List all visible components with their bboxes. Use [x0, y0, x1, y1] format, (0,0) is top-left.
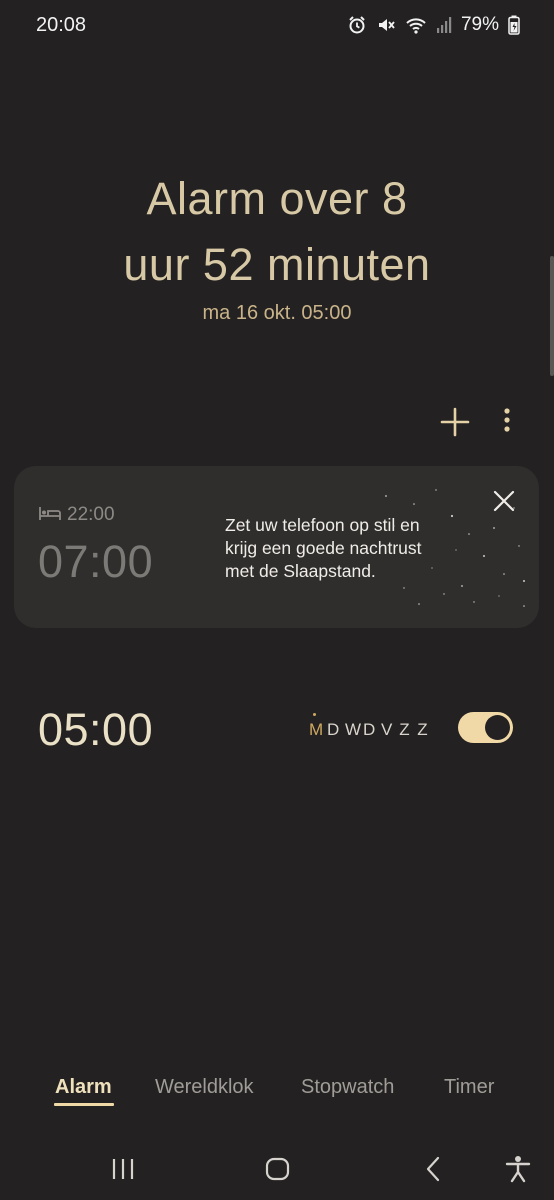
- close-icon: [491, 490, 517, 518]
- back-button[interactable]: [418, 1154, 448, 1184]
- more-options-button[interactable]: [487, 402, 527, 442]
- alarm-icon: [347, 15, 367, 35]
- accessibility-button[interactable]: [503, 1154, 533, 1184]
- alarm-toggle[interactable]: [458, 712, 513, 743]
- tab-alarm[interactable]: Alarm: [55, 1076, 112, 1099]
- next-alarm-countdown-line1: Alarm over 8: [146, 173, 408, 224]
- wake-time: 07:00: [38, 536, 154, 587]
- next-alarm-countdown-line2: uur 52 minuten: [123, 239, 431, 290]
- day-label: M: [309, 720, 324, 739]
- close-button[interactable]: [491, 488, 517, 514]
- signal-icon: [436, 16, 452, 34]
- plus-icon: [435, 407, 475, 446]
- bottom-tabs: Alarm Wereldklok Stopwatch Timer: [0, 1076, 554, 1116]
- wifi-icon: [405, 15, 427, 35]
- tab-timer[interactable]: Timer: [444, 1076, 494, 1099]
- status-bar: 20:08 79%: [0, 0, 554, 52]
- alarm-repeat-days: M D W D V Z Z: [309, 713, 428, 740]
- recent-apps-icon: [108, 1159, 138, 1188]
- accessibility-icon: [503, 1156, 533, 1188]
- day-friday: V: [381, 720, 393, 739]
- day-tuesday: D: [327, 720, 340, 739]
- active-tab-indicator: [54, 1103, 114, 1106]
- day-monday: M: [309, 713, 324, 740]
- day-saturday: Z: [399, 720, 410, 739]
- sleep-mode-card[interactable]: 22:00 07:00 Zet uw telefoon op stil en k…: [14, 466, 539, 628]
- back-icon: [418, 1156, 448, 1188]
- home-icon: [263, 1157, 293, 1188]
- bedtime-value: 22:00: [67, 504, 115, 525]
- day-thursday: D: [363, 720, 376, 739]
- alarm-time: 05:00: [38, 704, 154, 755]
- bed-icon: [39, 505, 61, 526]
- day-wednesday: W: [345, 720, 362, 739]
- next-alarm-summary: Alarm over 8 uur 52 minuten ma 16 okt. 0…: [0, 166, 554, 325]
- bedtime: 22:00: [39, 504, 115, 526]
- day-sunday: Z: [417, 720, 428, 739]
- battery-icon: [508, 15, 520, 35]
- tab-stopwatch[interactable]: Stopwatch: [301, 1076, 394, 1099]
- mute-icon: [376, 15, 396, 35]
- status-time: 20:08: [36, 14, 87, 36]
- status-icons: 79%: [347, 14, 520, 36]
- toggle-knob: [485, 715, 510, 740]
- system-navigation-bar: [0, 1140, 554, 1200]
- active-day-dot: [313, 713, 316, 716]
- home-button[interactable]: [263, 1154, 293, 1184]
- more-vertical-icon: [487, 408, 527, 446]
- battery-percent: 79%: [460, 14, 499, 35]
- alarm-item[interactable]: 05:00 M D W D V Z Z: [0, 690, 554, 770]
- add-alarm-button[interactable]: [435, 402, 475, 442]
- tab-world-clock[interactable]: Wereldklok: [155, 1076, 254, 1099]
- recent-apps-button[interactable]: [108, 1154, 138, 1184]
- scrollbar[interactable]: [550, 256, 554, 376]
- next-alarm-date: ma 16 okt. 05:00: [202, 302, 352, 324]
